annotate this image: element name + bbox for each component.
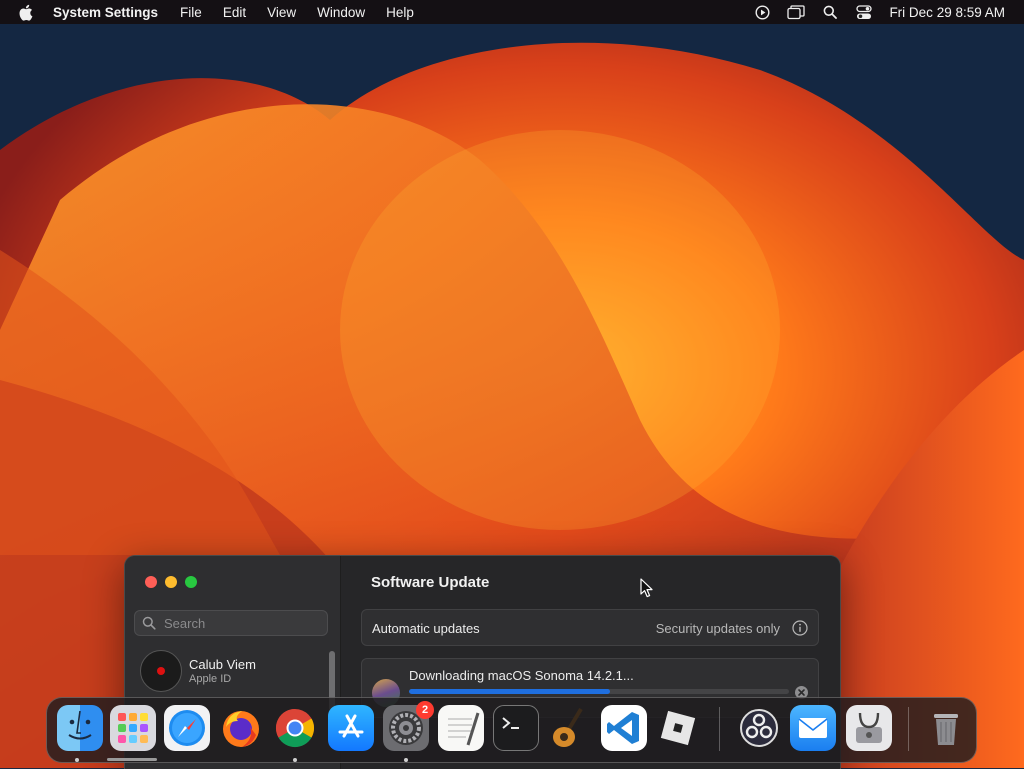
firefox-icon — [223, 711, 259, 747]
dock-firefox[interactable] — [218, 705, 264, 751]
page-title: Software Update — [371, 574, 490, 591]
window-close-button[interactable] — [145, 576, 157, 588]
spotlight-search-icon[interactable] — [821, 3, 839, 21]
disk-utility-icon — [856, 712, 882, 743]
menu-window[interactable]: Window — [317, 5, 365, 20]
apple-menu-icon[interactable] — [18, 3, 36, 21]
vscode-icon — [607, 712, 639, 744]
automatic-updates-row[interactable]: Automatic updates Security updates only — [361, 609, 819, 646]
dock-obs[interactable] — [736, 705, 782, 751]
info-icon[interactable] — [792, 620, 808, 636]
menu-help[interactable]: Help — [386, 5, 414, 20]
sidebar-item-apple-id[interactable]: Calub Viem Apple ID — [140, 650, 256, 692]
dock-chrome[interactable] — [272, 705, 318, 751]
search-icon — [142, 616, 156, 630]
play-icon[interactable] — [753, 3, 771, 21]
screen-mirroring-icon[interactable] — [787, 3, 806, 21]
chrome-icon — [275, 708, 315, 748]
dock-terminal[interactable] — [493, 705, 539, 751]
search-input[interactable] — [162, 614, 326, 632]
dock-textedit[interactable] — [438, 705, 484, 751]
menu-bar-clock[interactable]: Fri Dec 29 8:59 AM — [889, 5, 1005, 20]
control-center-icon[interactable] — [855, 3, 873, 21]
textedit-icon — [448, 712, 480, 746]
roblox-icon — [660, 710, 696, 746]
dock-mail[interactable] — [790, 705, 836, 751]
notification-badge: 2 — [416, 701, 434, 719]
menu-file[interactable]: File — [180, 5, 202, 20]
app-menu-system-settings[interactable]: System Settings — [53, 5, 158, 20]
finder-icon — [68, 710, 92, 740]
safari-icon — [169, 710, 205, 746]
avatar — [140, 650, 182, 692]
garageband-icon — [553, 707, 583, 747]
trash-icon — [934, 714, 958, 745]
window-zoom-button[interactable] — [185, 576, 197, 588]
terminal-icon — [502, 717, 519, 729]
dock-separator — [908, 707, 909, 751]
mouse-cursor-icon — [640, 578, 653, 598]
download-progress-fill — [409, 689, 611, 694]
dock-scroll-indicator — [107, 758, 157, 761]
automatic-updates-value: Security updates only — [655, 621, 780, 636]
download-status-label: Downloading macOS Sonoma 14.2.1... — [409, 668, 634, 683]
dock-launchpad[interactable] — [110, 705, 156, 751]
running-indicator-finder — [75, 758, 79, 762]
running-indicator-chrome — [293, 758, 297, 762]
dock-vscode[interactable] — [601, 705, 647, 751]
menu-edit[interactable]: Edit — [223, 5, 246, 20]
dock-disk-utility[interactable] — [846, 705, 892, 751]
menu-view[interactable]: View — [267, 5, 296, 20]
mail-icon — [798, 718, 828, 738]
dock-separator — [719, 707, 720, 751]
dock-safari[interactable] — [164, 705, 210, 751]
app-store-icon — [338, 714, 364, 738]
dock: 2 — [46, 697, 977, 763]
window-minimize-button[interactable] — [165, 576, 177, 588]
obs-icon — [740, 709, 778, 747]
running-indicator-system-settings — [404, 758, 408, 762]
download-progress-bar — [409, 689, 789, 694]
menu-bar: System Settings File Edit View Window He… — [0, 0, 1024, 24]
sidebar-search-field[interactable] — [134, 610, 328, 636]
launchpad-icon — [118, 713, 148, 743]
account-name: Calub Viem — [189, 657, 256, 672]
dock-trash[interactable] — [923, 705, 969, 751]
dock-finder[interactable] — [57, 705, 103, 751]
dock-garageband[interactable] — [547, 705, 593, 751]
dock-roblox[interactable] — [655, 705, 701, 751]
account-subtitle: Apple ID — [189, 673, 232, 685]
dock-app-store[interactable] — [328, 705, 374, 751]
automatic-updates-label: Automatic updates — [372, 621, 480, 636]
dock-system-settings[interactable]: 2 — [383, 701, 434, 751]
